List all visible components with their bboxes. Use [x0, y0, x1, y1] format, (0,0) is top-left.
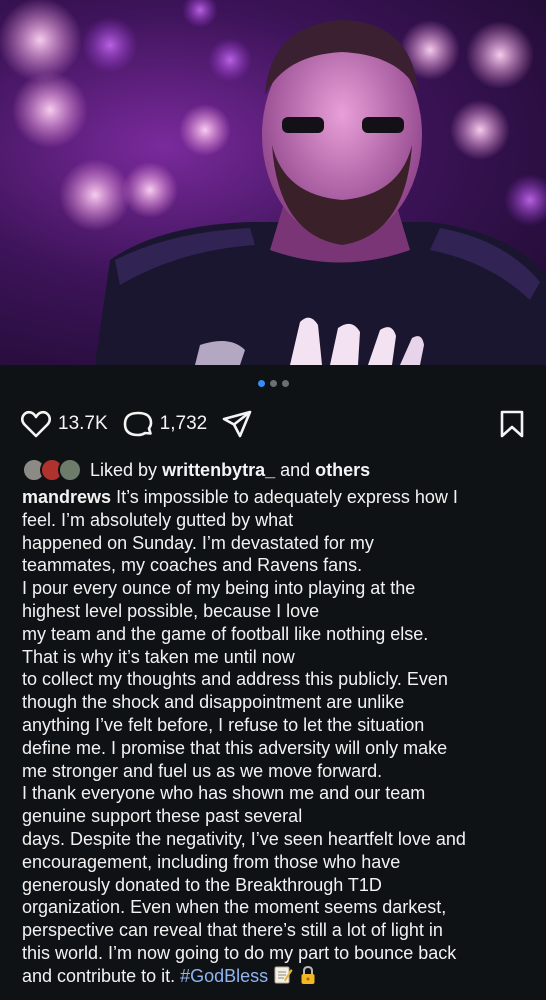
post-caption: mandrews It’s impossible to adequately e…	[22, 486, 530, 991]
comment-icon	[122, 409, 154, 439]
carousel-indicator	[0, 380, 546, 387]
share-icon	[221, 409, 253, 439]
photo-illustration	[0, 0, 546, 365]
caption-paragraph: mandrews It’s impossible to adequately e…	[22, 486, 530, 532]
caption-username[interactable]: mandrews	[22, 487, 111, 507]
lock-emoji-icon	[298, 965, 318, 991]
caption-paragraph: to collect my thoughts and address this …	[22, 669, 448, 781]
comments-count: 1,732	[159, 413, 208, 434]
caption-text: days. Despite the negativity, I’ve seen …	[22, 828, 466, 986]
liked-by-user[interactable]: writtenbytra_	[162, 460, 275, 481]
caption-paragraph: I thank everyone who has shown me and ou…	[22, 783, 426, 827]
like-button[interactable]: 13.7K	[20, 409, 108, 439]
caption-paragraph: happened on Sunday. I’m devastated for m…	[22, 532, 374, 576]
liked-by-avatars	[22, 458, 82, 482]
post-photo[interactable]	[0, 0, 546, 365]
caption-paragraph: I pour every ounce of my being into play…	[22, 578, 416, 621]
caption-paragraph: days. Despite the negativity, I’ve seen …	[22, 828, 530, 991]
liked-by-others[interactable]: others	[315, 460, 370, 481]
likes-count: 13.7K	[58, 413, 108, 434]
avatar	[58, 458, 82, 482]
hashtag-link[interactable]: #GodBless	[180, 966, 268, 986]
carousel-dot-3[interactable]	[281, 380, 289, 387]
liked-by-row[interactable]: Liked by writtenbytra_ and others	[22, 456, 370, 484]
carousel-dot-2[interactable]	[269, 380, 277, 387]
post-action-bar: 13.7K 1,732	[20, 404, 526, 444]
liked-by-connector: and	[280, 459, 311, 480]
caption-paragraph: my team and the game of football like no…	[22, 623, 429, 667]
share-button[interactable]	[221, 409, 253, 439]
carousel-dot-1[interactable]	[257, 380, 265, 387]
liked-by-prefix: Liked by	[90, 459, 158, 480]
heart-icon	[20, 409, 52, 439]
comment-button[interactable]: 1,732	[122, 409, 208, 439]
memo-emoji-icon	[273, 965, 293, 991]
bookmark-icon	[498, 409, 526, 439]
save-button[interactable]	[498, 409, 526, 439]
